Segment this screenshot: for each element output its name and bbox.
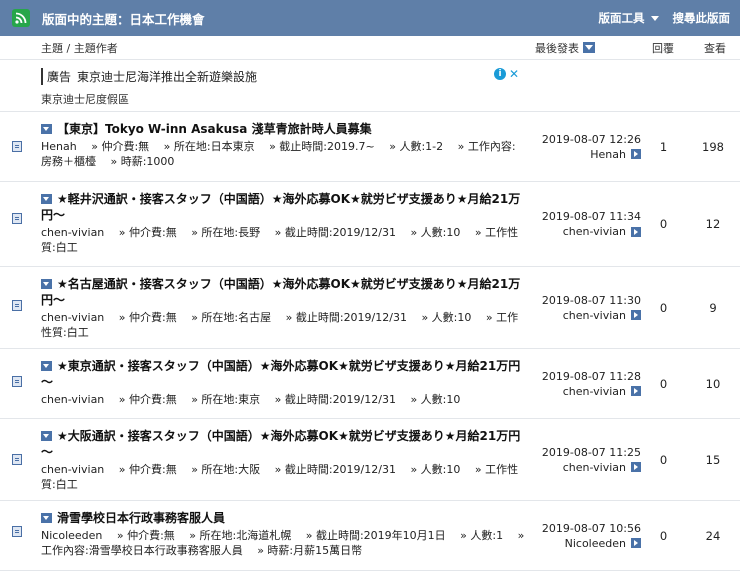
- reply-count: 0: [659, 300, 668, 315]
- topic-icon: [12, 300, 22, 311]
- last-post-column-label: 最後發表: [535, 41, 579, 55]
- thread-meta: chen-vivian » 仲介費:無 » 所在地:東京 » 截止時間:2019…: [41, 393, 461, 406]
- forum-tools-menu[interactable]: 版面工具: [599, 10, 659, 26]
- go-to-last-post-icon[interactable]: [631, 386, 641, 396]
- last-post-date: 2019-08-07 10:56: [541, 521, 641, 535]
- reply-count: 0: [659, 217, 668, 231]
- last-post-user[interactable]: chen-vivian: [563, 384, 626, 399]
- topic-icon: [12, 526, 22, 537]
- last-post-date: 2019-08-07 11:28: [541, 369, 641, 383]
- thread-meta: Nicoleeden » 仲介費:無 » 所在地:北海道札幌 » 截止時間:20…: [41, 529, 525, 557]
- view-count: 198: [702, 139, 724, 154]
- last-post-user[interactable]: chen-vivian: [563, 224, 626, 239]
- views-column-header[interactable]: 查看: [690, 40, 740, 56]
- reply-count: 0: [659, 528, 668, 543]
- last-post-info: 2019-08-07 11:30 chen-vivian: [526, 267, 641, 348]
- ad-info-icon[interactable]: i: [494, 68, 506, 80]
- thread-title[interactable]: 滑雪學校日本行政事務客服人員: [41, 510, 526, 526]
- view-count: 12: [705, 217, 721, 231]
- last-post-date: 2019-08-07 11:25: [541, 445, 641, 459]
- expand-down-icon[interactable]: [41, 431, 52, 441]
- forum-header-bar: 版面中的主題：日本工作機會 版面工具 搜尋此版面: [0, 0, 740, 36]
- topic-column-header[interactable]: 主題 / 主題作者: [0, 40, 535, 56]
- last-post-user[interactable]: Nicoleeden: [565, 536, 626, 551]
- thread-meta: chen-vivian » 仲介費:無 » 所在地:大阪 » 截止時間:2019…: [41, 463, 519, 491]
- thread-row[interactable]: ★東京通訳・接客スタッフ（中国語）★海外応募OK★就労ビザ支援あり★月給21万円…: [0, 349, 740, 419]
- view-count: 15: [705, 452, 721, 467]
- ad-advertiser[interactable]: 東京迪士尼度假區: [41, 91, 740, 107]
- last-post-user[interactable]: chen-vivian: [563, 308, 626, 323]
- rss-feed-icon[interactable]: [12, 9, 30, 27]
- reply-count: 1: [659, 139, 668, 154]
- thread-row[interactable]: ★軽井沢通訳・接客スタッフ（中国語）★海外応募OK★就労ビザ支援あり★月給21万…: [0, 182, 740, 267]
- forum-tools-label: 版面工具: [598, 11, 645, 25]
- thread-title[interactable]: ★東京通訳・接客スタッフ（中国語）★海外応募OK★就労ビザ支援あり★月給21万円…: [41, 358, 526, 390]
- view-count: 10: [705, 376, 721, 391]
- thread-title[interactable]: ★大阪通訳・接客スタッフ（中国語）★海外応募OK★就労ビザ支援あり★月給21万円…: [41, 428, 526, 460]
- view-count: 24: [705, 528, 721, 543]
- ad-close-icon[interactable]: ✕: [508, 68, 520, 80]
- topic-icon: [12, 213, 22, 224]
- search-forum-link[interactable]: 搜尋此版面: [673, 10, 731, 26]
- last-post-info: 2019-08-07 10:56 Nicoleeden: [526, 501, 641, 570]
- expand-down-icon[interactable]: [41, 279, 52, 289]
- ad-badge: 廣告: [41, 68, 71, 85]
- reply-count: 0: [659, 376, 668, 391]
- thread-row[interactable]: ★大阪通訳・接客スタッフ（中国語）★海外応募OK★就労ビザ支援あり★月給21万円…: [0, 419, 740, 501]
- thread-title[interactable]: ★軽井沢通訳・接客スタッフ（中国語）★海外応募OK★就労ビザ支援あり★月給21万…: [41, 191, 526, 223]
- thread-meta: chen-vivian » 仲介費:無 » 所在地:名古屋 » 截止時間:201…: [41, 311, 519, 339]
- reply-count: 0: [659, 452, 668, 467]
- go-to-last-post-icon[interactable]: [631, 149, 641, 159]
- go-to-last-post-icon[interactable]: [631, 310, 641, 320]
- forum-title: 版面中的主題：日本工作機會: [42, 11, 205, 27]
- expand-down-icon[interactable]: [41, 361, 52, 371]
- last-post-info: 2019-08-07 11:28 chen-vivian: [526, 349, 641, 418]
- expand-down-icon[interactable]: [41, 194, 52, 204]
- topic-icon: [12, 141, 22, 152]
- go-to-last-post-icon[interactable]: [631, 462, 641, 472]
- last-post-info: 2019-08-07 12:26 Henah: [526, 112, 641, 181]
- last-post-info: 2019-08-07 11:34 chen-vivian: [526, 182, 641, 266]
- replies-column-header[interactable]: 回覆: [625, 40, 690, 56]
- last-post-date: 2019-08-07 11:34: [541, 210, 641, 223]
- thread-row[interactable]: 滑雪學校日本行政事務客服人員 Nicoleeden » 仲介費:無 » 所在地:…: [0, 501, 740, 571]
- sort-down-icon[interactable]: [583, 42, 595, 53]
- ad-title[interactable]: 東京迪士尼海洋推出全新遊樂設施: [77, 68, 257, 85]
- thread-title[interactable]: ★名古屋通訳・接客スタッフ（中国語）★海外応募OK★就労ビザ支援あり★月給21万…: [41, 276, 526, 308]
- view-count: 9: [709, 300, 717, 315]
- thread-meta: Henah » 仲介費:無 » 所在地:日本東京 » 截止時間:2019.7~ …: [41, 140, 516, 168]
- thread-row[interactable]: ★名古屋通訳・接客スタッフ（中国語）★海外応募OK★就労ビザ支援あり★月給21万…: [0, 267, 740, 349]
- column-header-row: 主題 / 主題作者 最後發表 回覆 查看: [0, 36, 740, 60]
- last-post-user[interactable]: chen-vivian: [563, 460, 626, 475]
- go-to-last-post-icon[interactable]: [631, 226, 641, 237]
- thread-row[interactable]: 【東京】Tokyo W-inn Asakusa 淺草青旅計時人員募集 Henah…: [0, 112, 740, 182]
- last-post-date: 2019-08-07 11:30: [541, 293, 641, 307]
- thread-meta: chen-vivian » 仲介費:無 » 所在地:長野 » 截止時間:2019…: [41, 226, 519, 254]
- topic-icon: [12, 454, 22, 465]
- expand-down-icon[interactable]: [41, 513, 52, 523]
- expand-down-icon[interactable]: [41, 124, 52, 134]
- advertisement[interactable]: 廣告 東京迪士尼海洋推出全新遊樂設施 東京迪士尼度假區 i ✕: [0, 60, 740, 112]
- chevron-down-icon: [650, 15, 659, 21]
- last-post-date: 2019-08-07 12:26: [541, 132, 641, 146]
- last-post-column-header[interactable]: 最後發表: [535, 40, 625, 56]
- thread-title[interactable]: 【東京】Tokyo W-inn Asakusa 淺草青旅計時人員募集: [41, 121, 526, 137]
- go-to-last-post-icon[interactable]: [631, 538, 641, 548]
- topic-icon: [12, 376, 22, 387]
- last-post-info: 2019-08-07 11:25 chen-vivian: [526, 419, 641, 500]
- last-post-user[interactable]: Henah: [590, 147, 626, 162]
